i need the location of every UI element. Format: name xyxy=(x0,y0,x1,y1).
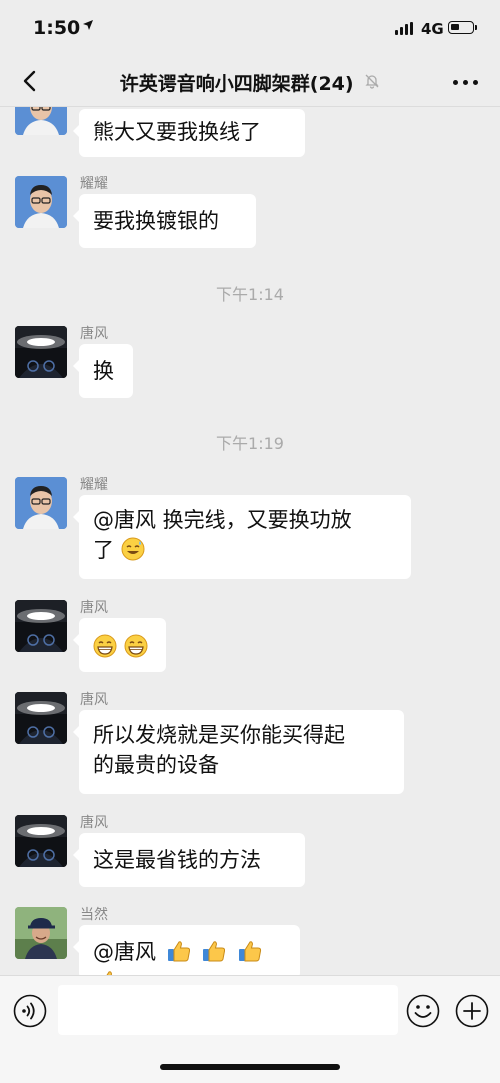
thumbs-up-emoji-icon xyxy=(239,941,262,962)
timestamp: 下午1:19 xyxy=(216,434,284,453)
message-list[interactable]: 熊大又要我换线了 耀耀 要我换镀银的 下午1:14 唐风 换 下午1:19 耀耀… xyxy=(0,107,500,975)
emoji-button[interactable] xyxy=(406,994,440,1028)
message-bubble[interactable]: @唐风 xyxy=(73,925,300,975)
thumbs-up-emoji-icon xyxy=(167,941,190,962)
message-bubble[interactable]: 换 xyxy=(73,344,133,398)
thumbs-up-emoji-icon xyxy=(106,971,113,975)
grin-emoji-icon xyxy=(93,634,117,658)
location-arrow-icon xyxy=(82,19,94,35)
sender-name: 唐风 xyxy=(80,692,108,708)
message-text-line: 了 xyxy=(93,535,397,565)
avatar[interactable] xyxy=(15,907,67,959)
message-text: 了 xyxy=(93,538,114,562)
cellular-signal-icon xyxy=(395,22,413,35)
avatar[interactable] xyxy=(15,692,67,744)
status-bar: 1:50 4G xyxy=(0,0,500,58)
ellipsis-icon xyxy=(453,80,458,85)
chat-title-wrap: 许英谔音响小四脚架群(24) xyxy=(0,69,500,96)
message-text: 要我换镀银的 xyxy=(93,209,219,233)
sender-name: 唐风 xyxy=(80,326,108,342)
message-text: @唐风 xyxy=(93,940,163,964)
message-text: 所以发烧就是买你能买得起 xyxy=(93,723,345,747)
sender-name: 唐风 xyxy=(80,600,108,616)
smiley-icon xyxy=(406,994,440,1028)
message-text: 熊大又要我换线了 xyxy=(93,120,261,144)
avatar[interactable] xyxy=(15,477,67,529)
network-type: 4G xyxy=(421,20,444,38)
message-text: 换 xyxy=(93,359,114,383)
message-bubble[interactable] xyxy=(73,618,166,672)
message-bubble[interactable]: 要我换镀银的 xyxy=(73,194,256,248)
message-bubble[interactable]: 这是最省钱的方法 xyxy=(73,833,305,887)
battery-icon xyxy=(448,21,477,34)
chat-title: 许英谔音响小四脚架群(24) xyxy=(119,73,354,95)
status-time: 1:50 xyxy=(33,17,81,39)
avatar[interactable] xyxy=(15,600,67,652)
home-indicator[interactable] xyxy=(160,1064,340,1070)
sender-name: 耀耀 xyxy=(80,176,108,192)
bell-slash-icon xyxy=(364,72,380,94)
message-input[interactable] xyxy=(58,985,398,1035)
grin-emoji-icon xyxy=(124,634,148,658)
sweat-smile-emoji-icon xyxy=(121,537,145,561)
avatar[interactable] xyxy=(15,815,67,867)
sender-name: 当然 xyxy=(80,907,108,923)
voice-button[interactable] xyxy=(13,994,47,1028)
voice-icon xyxy=(13,994,47,1028)
avatar[interactable] xyxy=(15,176,67,228)
more-functions-button[interactable] xyxy=(455,994,489,1028)
plus-icon xyxy=(455,994,489,1028)
message-text: 这是最省钱的方法 xyxy=(93,848,261,872)
avatar[interactable] xyxy=(15,326,67,378)
message-text: 的最贵的设备 xyxy=(93,753,219,777)
more-options-button[interactable] xyxy=(453,80,478,85)
thumbs-up-emoji-icon xyxy=(203,941,226,962)
message-bubble[interactable]: 所以发烧就是买你能买得起 的最贵的设备 xyxy=(73,710,404,794)
chat-header: 许英谔音响小四脚架群(24) xyxy=(0,58,500,107)
sender-name: 耀耀 xyxy=(80,477,108,493)
message-bubble[interactable]: 熊大又要我换线了 xyxy=(73,109,305,157)
timestamp: 下午1:14 xyxy=(216,285,284,304)
message-bubble[interactable]: @唐风 换完线，又要换功放 了 xyxy=(73,495,411,579)
sender-name: 唐风 xyxy=(80,815,108,831)
message-text: @唐风 换完线，又要换功放 xyxy=(93,508,352,532)
avatar[interactable] xyxy=(15,107,67,135)
